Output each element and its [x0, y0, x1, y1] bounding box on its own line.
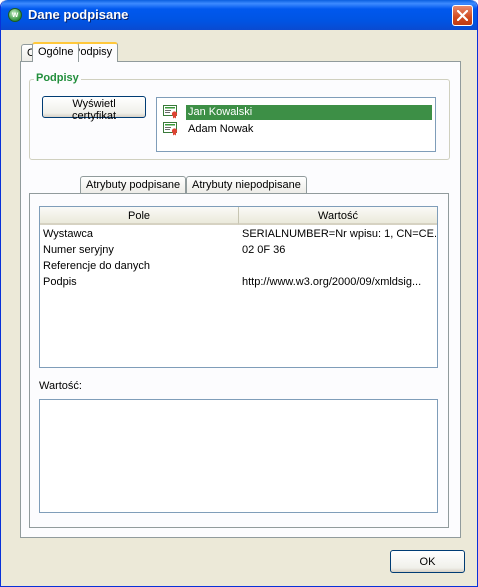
row-field-serial[interactable]: Numer seryjny [43, 242, 235, 258]
close-button[interactable] [452, 5, 473, 26]
title-bar[interactable]: w Dane podpisane [1, 0, 477, 30]
ok-button[interactable]: OK [390, 550, 465, 573]
signers-list[interactable]: Jan Kowalski Adam Nowak [156, 97, 436, 152]
column-header-value[interactable]: Wartość [239, 207, 437, 225]
certificate-icon [163, 105, 178, 119]
row-field-data-references[interactable]: Referencje do danych [43, 258, 235, 274]
properties-table[interactable]: Pole Wartość Wystawca SERIALNUMBER=Nr wp… [39, 206, 438, 368]
row-value-serial[interactable]: 02 0F 36 [242, 242, 436, 258]
certificate-icon [163, 122, 178, 136]
signer-name: Adam Nowak [188, 123, 254, 135]
close-icon [457, 10, 468, 21]
row-field-signature[interactable]: Podpis [43, 274, 235, 290]
row-value-data-references[interactable] [242, 258, 436, 274]
inner-tab-signed-attributes[interactable]: Atrybuty podpisane [80, 176, 187, 194]
show-certificate-button[interactable]: Wyświetl certyfikat [42, 96, 146, 122]
value-textarea[interactable] [39, 399, 438, 513]
value-content [40, 400, 437, 406]
signer-item[interactable]: Jan Kowalski [162, 104, 432, 120]
signer-name: Jan Kowalski [186, 105, 432, 120]
row-value-signature[interactable]: http://www.w3.org/2000/09/xmldsig... [242, 274, 436, 290]
column-header-field[interactable]: Pole [40, 207, 239, 225]
row-field-issuer[interactable]: Wystawca [43, 226, 235, 242]
app-logo-icon: w [8, 8, 22, 22]
row-value-issuer[interactable]: SERIALNUMBER=Nr wpisu: 1, CN=CE... [242, 226, 436, 242]
inner-tab-general[interactable]: Ogólne [32, 42, 80, 62]
window-title: Dane podpisane [28, 7, 129, 22]
signer-item[interactable]: Adam Nowak [162, 121, 430, 137]
dialog-window: w Dane podpisane Ogólne Podpisy Podpisy … [0, 0, 478, 587]
signatures-group-legend: Podpisy [34, 72, 81, 84]
value-label: Wartość: [39, 380, 82, 392]
inner-tab-unsigned-attributes[interactable]: Atrybuty niepodpisane [186, 176, 307, 194]
